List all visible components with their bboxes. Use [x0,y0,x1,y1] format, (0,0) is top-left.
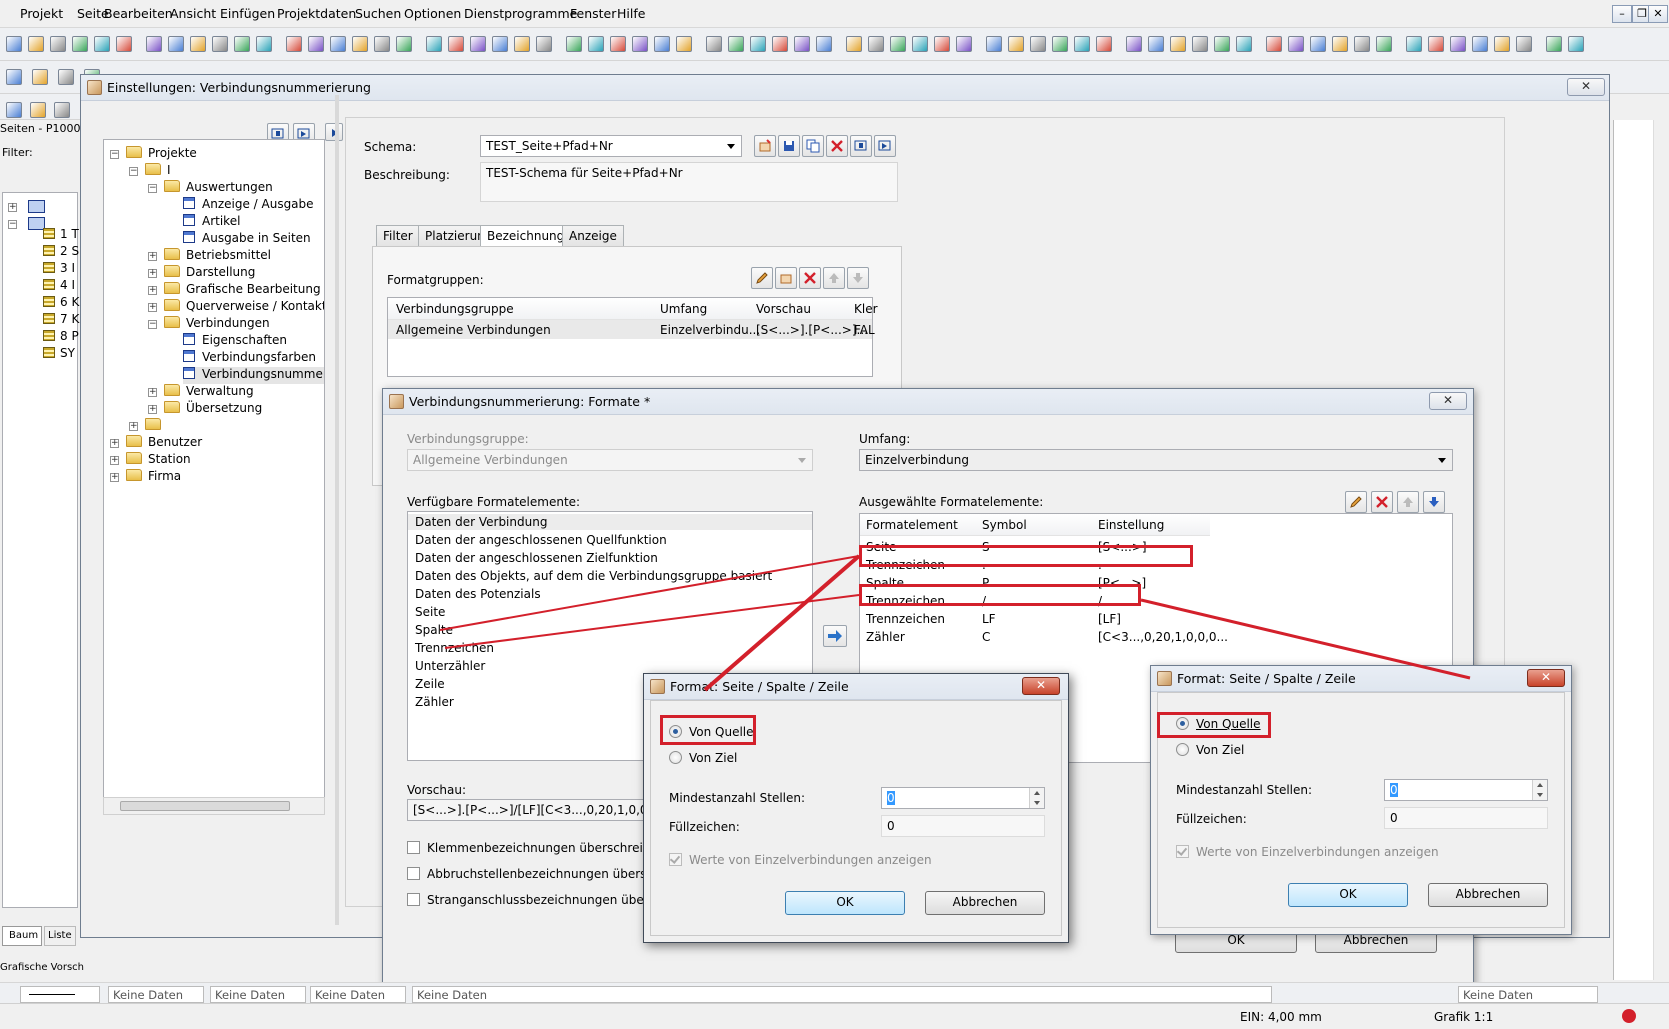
annotation-lines [439,554,1471,692]
property-combo[interactable]: Keine Daten [412,986,1272,1003]
annotation-line-spalte [444,594,860,649]
property-combo-value: Keine Daten [215,988,286,1002]
property-combo-value: Keine Daten [417,988,488,1002]
property-combo-value: Keine Daten [315,988,386,1002]
stop-icon [1622,1009,1636,1023]
property-bar: Keine Daten Keine Daten Keine Daten Keine D… [0,982,1669,1004]
annotation-line-right-dialog [1140,598,1471,680]
status-bar: EIN: 4,00 mm Grafik 1:1 [0,1003,1669,1029]
property-combo-value: Keine Daten [1463,988,1534,1002]
property-combo-value: Keine Daten [113,988,184,1002]
property-combo[interactable]: Keine Daten [108,986,204,1003]
property-combo[interactable]: Keine Daten [310,986,406,1003]
annotation-line-seite [439,555,860,631]
property-combo[interactable]: Keine Daten [210,986,306,1003]
line-style-icon [29,994,75,995]
status-ein: EIN: 4,00 mm [1240,1010,1322,1024]
property-combo[interactable]: Keine Daten [1458,986,1598,1003]
annotation-line-left-dialog [703,554,861,692]
status-grafik: Grafik 1:1 [1434,1010,1494,1024]
line-style-select[interactable] [20,986,100,1003]
